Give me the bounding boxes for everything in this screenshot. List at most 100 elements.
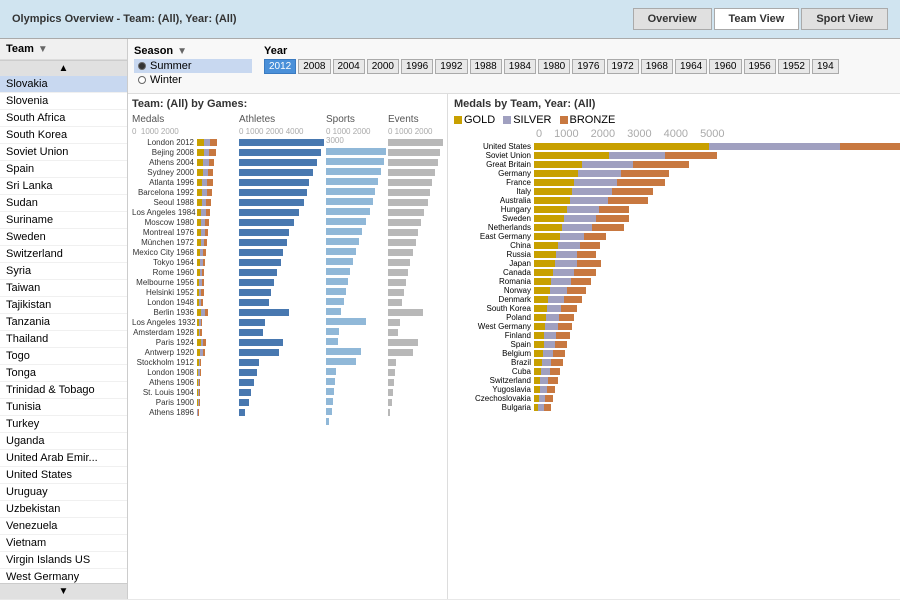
medal-bar-row: Sweden: [454, 214, 894, 222]
team-item[interactable]: Uganda: [0, 433, 127, 450]
bar-row: Athens 1896: [132, 408, 237, 417]
team-item[interactable]: Tunisia: [0, 399, 127, 416]
team-item[interactable]: Turkey: [0, 416, 127, 433]
year-chip[interactable]: 1996: [401, 59, 433, 74]
sport-bar-row: [326, 297, 386, 306]
tab-overview[interactable]: Overview: [633, 8, 712, 30]
team-item[interactable]: Uruguay: [0, 484, 127, 501]
nav-tabs: Overview Team View Sport View: [633, 8, 888, 30]
team-item[interactable]: Togo: [0, 348, 127, 365]
athlete-bar-row: [239, 398, 324, 407]
sport-bar-row: [326, 387, 386, 396]
team-item[interactable]: Switzerland: [0, 246, 127, 263]
year-chip[interactable]: 1960: [709, 59, 741, 74]
athlete-bar-row: [239, 338, 324, 347]
team-list-scroll[interactable]: SlovakiaSloveniaSouth AfricaSouth KoreaS…: [0, 76, 127, 583]
athlete-bar-row: [239, 308, 324, 317]
athlete-bar-row: [239, 368, 324, 377]
year-chip[interactable]: 1980: [538, 59, 570, 74]
year-chip[interactable]: 1988: [470, 59, 502, 74]
year-chip[interactable]: 1956: [744, 59, 776, 74]
tab-sport-view[interactable]: Sport View: [801, 8, 888, 30]
event-bar-row: [388, 198, 443, 207]
team-item[interactable]: Vietnam: [0, 535, 127, 552]
season-summer[interactable]: Summer: [134, 59, 252, 73]
team-item[interactable]: Trinidad & Tobago: [0, 382, 127, 399]
bar-row: Melbourne 1956: [132, 278, 237, 287]
athlete-bar-row: [239, 298, 324, 307]
year-chip[interactable]: 1952: [778, 59, 810, 74]
team-item[interactable]: South Africa: [0, 110, 127, 127]
sport-bar-row: [326, 267, 386, 276]
medal-bar-row: France: [454, 178, 894, 186]
bar-row: Mexico City 1968: [132, 248, 237, 257]
medal-bar-row: Italy: [454, 187, 894, 195]
year-chip[interactable]: 1968: [641, 59, 673, 74]
year-chip[interactable]: 194: [812, 59, 839, 74]
sport-bar-row: [326, 167, 386, 176]
event-bar-row: [388, 378, 443, 387]
sport-bar-row: [326, 337, 386, 346]
team-item[interactable]: Sweden: [0, 229, 127, 246]
team-item[interactable]: Slovenia: [0, 93, 127, 110]
team-item[interactable]: Uzbekistan: [0, 501, 127, 518]
season-winter[interactable]: Winter: [134, 73, 252, 87]
sport-bar-row: [326, 217, 386, 226]
year-chip[interactable]: 1972: [607, 59, 639, 74]
athlete-bar-row: [239, 168, 324, 177]
team-item[interactable]: Tonga: [0, 365, 127, 382]
year-chip[interactable]: 1992: [435, 59, 467, 74]
team-item[interactable]: Suriname: [0, 212, 127, 229]
filter-icon[interactable]: ▼: [38, 44, 48, 55]
sport-bar-row: [326, 357, 386, 366]
year-chip[interactable]: 2012: [264, 59, 296, 74]
bar-row: Paris 1900: [132, 398, 237, 407]
team-item[interactable]: United Arab Emir...: [0, 450, 127, 467]
team-item[interactable]: United States: [0, 467, 127, 484]
event-bar-row: [388, 218, 443, 227]
year-chip[interactable]: 1984: [504, 59, 536, 74]
team-item[interactable]: West Germany: [0, 569, 127, 583]
event-bar-row: [388, 188, 443, 197]
scrollbar-down[interactable]: ▼: [0, 583, 127, 599]
team-item[interactable]: Sudan: [0, 195, 127, 212]
bar-row: Paris 1924: [132, 338, 237, 347]
bar-row: Los Angeles 1932: [132, 318, 237, 327]
team-item[interactable]: Syria: [0, 263, 127, 280]
sport-bar-row: [326, 307, 386, 316]
team-item[interactable]: Thailand: [0, 331, 127, 348]
bar-row: Atlanta 1996: [132, 178, 237, 187]
team-item[interactable]: Tajikistan: [0, 297, 127, 314]
year-label: Year: [264, 45, 287, 57]
medal-bar-row: Soviet Union: [454, 151, 894, 159]
tab-team-view[interactable]: Team View: [714, 8, 800, 30]
scrollbar-up[interactable]: ▲: [0, 60, 127, 76]
season-filter-icon[interactable]: ▼: [177, 46, 187, 57]
team-item[interactable]: Venezuela: [0, 518, 127, 535]
medal-bar-row: United States: [454, 142, 894, 150]
team-item[interactable]: Spain: [0, 161, 127, 178]
team-item[interactable]: South Korea: [0, 127, 127, 144]
event-bar-row: [388, 328, 443, 337]
team-item[interactable]: Taiwan: [0, 280, 127, 297]
medal-bar-row: Australia: [454, 196, 894, 204]
bronze-legend-label: BRONZE: [570, 114, 616, 126]
team-item[interactable]: Tanzania: [0, 314, 127, 331]
bar-row: Berlin 1936: [132, 308, 237, 317]
year-chip[interactable]: 2004: [333, 59, 365, 74]
year-chip[interactable]: 2000: [367, 59, 399, 74]
year-chip[interactable]: 2008: [298, 59, 330, 74]
medal-bar-row: Poland: [454, 313, 894, 321]
bar-row: London 1948: [132, 298, 237, 307]
sport-bar-row: [326, 417, 386, 426]
year-chip[interactable]: 1964: [675, 59, 707, 74]
event-bar-row: [388, 158, 443, 167]
team-item[interactable]: Sri Lanka: [0, 178, 127, 195]
team-item[interactable]: Slovakia: [0, 76, 127, 93]
team-item[interactable]: Virgin Islands US: [0, 552, 127, 569]
year-chip[interactable]: 1976: [572, 59, 604, 74]
page-title: Olympics Overview - Team: (All), Year: (…: [12, 13, 237, 25]
team-item[interactable]: Soviet Union: [0, 144, 127, 161]
medal-bar-row: Cuba: [454, 367, 894, 375]
athlete-bar-row: [239, 268, 324, 277]
